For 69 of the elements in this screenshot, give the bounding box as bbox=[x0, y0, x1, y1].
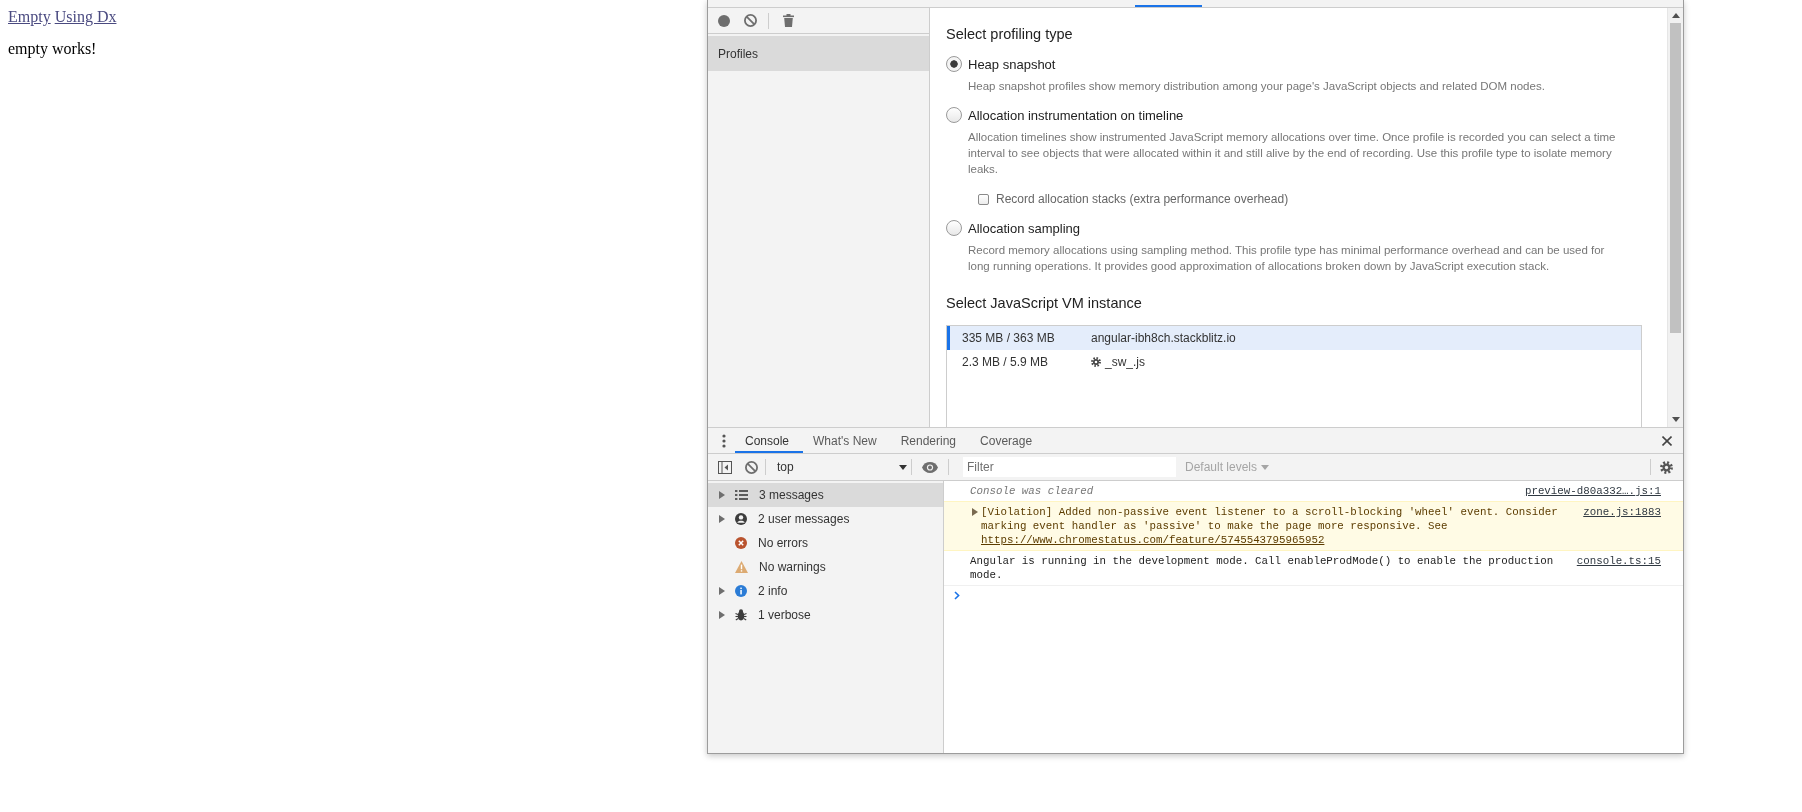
drawer-tab[interactable]: What's New bbox=[803, 428, 891, 453]
prompt-chevron-icon bbox=[954, 590, 960, 600]
sidebar-panel-icon[interactable] bbox=[718, 460, 732, 474]
expand-triangle-icon[interactable] bbox=[719, 515, 725, 523]
expand-triangle-icon[interactable] bbox=[719, 611, 725, 619]
page-text: empty works! bbox=[8, 40, 97, 58]
page-link[interactable]: Using Dx bbox=[54, 8, 117, 26]
drawer-tab[interactable]: Coverage bbox=[970, 428, 1047, 453]
caret-icon bbox=[899, 464, 907, 470]
close-icon[interactable] bbox=[1662, 435, 1672, 446]
eye-icon[interactable] bbox=[922, 461, 938, 473]
checkbox-label: Record allocation stacks (extra performance overhead) bbox=[996, 192, 1289, 206]
page-link[interactable]: Empty bbox=[8, 8, 51, 26]
option-description: Record memory allocations using sampling method. This profile type has minimal performance overhead and can be used for long running operations. It provides good approximation of allocations broken down by JavaScript execution stack. bbox=[968, 243, 1606, 274]
link[interactable]: https://www.chromestatus.com/feature/5745543795965952 bbox=[981, 534, 1325, 546]
option-description: Heap snapshot profiles show memory distribution among your page's JavaScript objects and related DOM nodes. bbox=[968, 79, 1546, 94]
message-filter-item[interactable]: No errors bbox=[708, 531, 943, 555]
user-icon bbox=[735, 513, 747, 525]
settings-icon[interactable] bbox=[1660, 460, 1673, 474]
section-heading: Select profiling type bbox=[946, 25, 1074, 44]
message-filter-item[interactable]: 2 info bbox=[708, 579, 943, 603]
message-filter-item[interactable]: 2 user messages bbox=[708, 507, 943, 531]
context-selector[interactable]: top bbox=[769, 457, 911, 477]
no-entry-icon[interactable] bbox=[745, 460, 758, 474]
memory-size: 335 MB / 363 MB bbox=[962, 331, 1056, 345]
no-entry-icon[interactable] bbox=[744, 14, 757, 27]
source-link[interactable]: preview-d80a332….js:1 bbox=[1524, 484, 1661, 498]
gear-icon bbox=[1091, 357, 1101, 367]
target-name: angular-ibh8ch.stackblitz.io bbox=[1091, 331, 1236, 345]
info-icon bbox=[735, 585, 747, 597]
expand-triangle-icon[interactable] bbox=[719, 587, 725, 595]
section-heading: Select JavaScript VM instance bbox=[946, 294, 1143, 313]
radio-button[interactable] bbox=[946, 56, 962, 72]
message-text: [Violation] Added non-passive event listener to a scroll-blocking 'wheel' event. Consider marking event handler as 'passive' to make the page more responsive. See https://www.chromestatus.com/feature/5745543795965952 bbox=[981, 506, 1558, 546]
memory-size: 2.3 MB / 5.9 MB bbox=[962, 355, 1050, 369]
trash-icon[interactable] bbox=[783, 14, 794, 27]
scroll-up-icon[interactable] bbox=[1671, 13, 1680, 18]
target-name: _sw_.js bbox=[1105, 355, 1145, 369]
active-tab-indicator bbox=[1135, 5, 1202, 7]
option-label: Heap snapshot bbox=[968, 56, 1056, 72]
message-filter-item[interactable]: No warnings bbox=[708, 555, 943, 579]
message-filter-item[interactable]: 1 verbose bbox=[708, 603, 943, 627]
vm-instance-row[interactable]: 335 MB / 363 MB angular-ibh8ch.stackblitz.io bbox=[947, 326, 1641, 350]
list-icon bbox=[735, 490, 748, 500]
source-link[interactable]: console.ts:15 bbox=[1576, 554, 1661, 568]
checkbox[interactable] bbox=[978, 193, 989, 205]
option-label: Allocation instrumentation on timeline bbox=[968, 107, 1184, 123]
radio-button[interactable] bbox=[946, 220, 962, 236]
radio-button[interactable] bbox=[946, 107, 962, 123]
message-text: Angular is running in the development mode. Call enableProdMode() to enable the production mode. bbox=[970, 555, 1554, 581]
source-link[interactable]: zone.js:1883 bbox=[1583, 505, 1661, 519]
message-filter-item[interactable]: 3 messages bbox=[708, 483, 943, 507]
record-icon[interactable] bbox=[718, 14, 730, 27]
message-text: Console was cleared bbox=[970, 485, 1094, 497]
error-icon bbox=[735, 537, 747, 549]
vm-instance-row[interactable]: 2.3 MB / 5.9 MB _sw_.js bbox=[947, 350, 1641, 374]
filter-input[interactable]: Filter bbox=[963, 457, 1176, 477]
expand-triangle-icon[interactable] bbox=[972, 508, 978, 516]
vertical-dots-menu-icon[interactable] bbox=[722, 433, 726, 448]
warning-icon bbox=[735, 561, 748, 573]
bug-icon bbox=[735, 609, 747, 621]
expand-triangle-icon[interactable] bbox=[719, 491, 725, 499]
option-label: Allocation sampling bbox=[968, 220, 1080, 236]
scrollbar-thumb[interactable] bbox=[1670, 23, 1681, 333]
sidebar-item[interactable]: Profiles bbox=[708, 36, 929, 71]
scroll-down-icon[interactable] bbox=[1671, 417, 1680, 422]
caret-icon bbox=[1261, 464, 1270, 470]
option-description: Allocation timelines show instrumented JavaScript memory allocations over time. Once profile is recorded you can select a time interval to see objects that were allocated within it and still alive by the end of recording. Use this profile type to isolate memory leaks. bbox=[968, 130, 1617, 177]
drawer-tab[interactable]: Rendering bbox=[890, 428, 971, 453]
